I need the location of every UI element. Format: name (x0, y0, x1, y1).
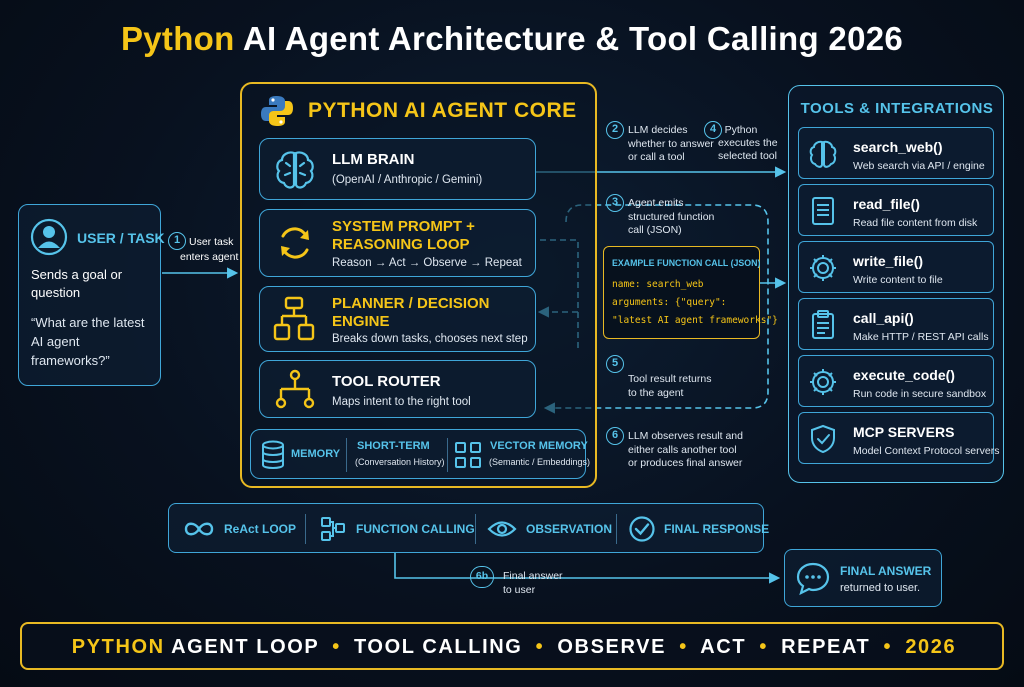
step-1-badge: 1 (168, 232, 186, 250)
step-3-label: Agent emits structured function call (JS… (628, 197, 715, 236)
step-2-label: LLM decides whether to answer or call a … (628, 124, 714, 163)
step-6-badge: 6 (606, 427, 624, 445)
example-line-3: "latest AI agent frameworks"} (612, 315, 778, 326)
tool-name: call_api() (853, 310, 914, 326)
speech-bubble-icon (796, 562, 830, 596)
check-circle-icon (629, 516, 655, 542)
tool-desc: Read file content from disk (853, 217, 978, 229)
step-5-badge: 5 (606, 355, 624, 373)
tool-item: write_file() Write content to file (798, 241, 994, 293)
function-blocks-icon (321, 517, 345, 541)
tagline-text: PYTHON AGENT LOOP • TOOL CALLING • OBSER… (71, 636, 957, 658)
python-logo-icon (261, 96, 293, 126)
loop-final-response: FINAL RESPONSE (664, 522, 770, 536)
brain-icon (809, 140, 837, 168)
planner-box: PLANNER / DECISION ENGINE Breaks down ta… (259, 286, 536, 352)
vector-grid-icon (455, 442, 481, 468)
tool-desc: Make HTTP / REST API calls (853, 331, 989, 343)
tool-router-box: TOOL ROUTER Maps intent to the right too… (259, 360, 536, 418)
gear-icon (810, 369, 836, 395)
llm-brain-title: LLM BRAIN (332, 151, 415, 168)
final-answer-title: FINAL ANSWER (840, 564, 932, 578)
tool-item: MCP SERVERS Model Context Protocol server… (798, 412, 999, 464)
vector-memory-desc: (Semantic / Embeddings) (489, 457, 591, 467)
memory-box: MEMORY SHORT-TERM (Conversation History)… (250, 429, 590, 479)
tool-name: MCP SERVERS (853, 424, 955, 440)
example-title: EXAMPLE FUNCTION CALL (JSON) (612, 258, 761, 268)
step-3-badge: 3 (606, 194, 624, 212)
loop-observation: OBSERVATION (526, 522, 613, 536)
document-icon (812, 197, 834, 225)
gear-icon (810, 255, 836, 281)
clipboard-icon (812, 310, 834, 339)
arrow-to-final-answer (394, 553, 781, 584)
tool-router-desc: Maps intent to the right tool (332, 396, 471, 408)
refresh-cycle-icon (281, 227, 309, 259)
planner-desc: Breaks down tasks, chooses next step (332, 333, 528, 345)
step-6b-badge: 6b (470, 566, 494, 588)
tool-item: call_api() Make HTTP / REST API calls (798, 298, 994, 350)
example-line-2: arguments: {"query": (612, 297, 727, 308)
llm-brain-desc: (OpenAI / Anthropic / Gemini) (332, 174, 483, 186)
flowchart-icon (273, 296, 315, 341)
core-title: PYTHON AI AGENT CORE (308, 99, 577, 122)
eye-icon (487, 521, 517, 537)
tagline-bar: PYTHON AGENT LOOP • TOOL CALLING • OBSER… (20, 622, 1004, 670)
infinity-icon (184, 522, 214, 536)
tool-desc: Model Context Protocol servers (853, 445, 1000, 457)
tool-desc: Write content to file (853, 274, 943, 286)
brain-icon (276, 151, 314, 189)
step-1-label: User task (189, 236, 234, 248)
step-6-label: LLM observes result and either calls ano… (628, 430, 743, 469)
example-line-1: name: search_web (612, 279, 704, 290)
user-task-box: USER / TASK Sends a goal or question “Wh… (18, 204, 165, 386)
tool-name: search_web() (853, 139, 943, 155)
tool-name: write_file() (853, 253, 924, 269)
tool-desc: Run code in secure sandbox (853, 388, 987, 400)
reasoning-loop-desc: Reason → Act → Observe → Repeat (332, 257, 522, 269)
vector-memory-title: VECTOR MEMORY (490, 440, 588, 452)
memory-label: MEMORY (291, 448, 341, 460)
tool-item: read_file() Read file content from disk (798, 184, 994, 236)
example-function-call-box: EXAMPLE FUNCTION CALL (JSON) name: searc… (603, 246, 778, 339)
shield-check-icon (811, 424, 835, 454)
loop-bar: ReAct LOOP FUNCTION CALLING OBSERVATION … (168, 503, 769, 553)
tool-name: read_file() (853, 196, 920, 212)
step-5-label: Tool result returns to the agent (628, 373, 712, 399)
final-answer-desc: returned to user. (840, 582, 921, 594)
step-1-label-2: enters agent (180, 251, 239, 263)
step-4-label: Python executes the selected tool (718, 124, 778, 162)
user-task-header: USER / TASK (77, 230, 165, 246)
planner-title: PLANNER / DECISION ENGINE (332, 295, 490, 330)
router-tree-icon (275, 369, 315, 409)
tool-router-title: TOOL ROUTER (332, 373, 441, 390)
user-quote: “What are the latest AI agent frameworks… (31, 315, 145, 368)
step-6b-label: Final answer to user (503, 570, 563, 596)
short-term-desc: (Conversation History) (355, 457, 445, 467)
step-2-badge: 2 (606, 121, 624, 139)
system-prompt-box: SYSTEM PROMPT + REASONING LOOP Reason → … (259, 209, 536, 277)
system-prompt-title: SYSTEM PROMPT + REASONING LOOP (332, 218, 475, 253)
loop-react: ReAct LOOP (224, 522, 297, 536)
tools-header: TOOLS & INTEGRATIONS (800, 100, 994, 117)
user-icon (30, 218, 68, 256)
user-goal: Sends a goal or question (31, 267, 123, 300)
database-icon (262, 440, 284, 469)
tool-item: execute_code() Run code in secure sandbox (798, 355, 994, 407)
short-term-title: SHORT-TERM (357, 440, 430, 452)
tool-item: search_web() Web search via API / engine (798, 127, 994, 179)
tool-name: execute_code() (853, 367, 955, 383)
loop-function-calling: FUNCTION CALLING (356, 522, 475, 536)
tool-desc: Web search via API / engine (853, 160, 985, 172)
llm-brain-box: LLM BRAIN (OpenAI / Anthropic / Gemini) (259, 138, 536, 200)
final-answer-box: FINAL ANSWER returned to user. (784, 549, 942, 607)
